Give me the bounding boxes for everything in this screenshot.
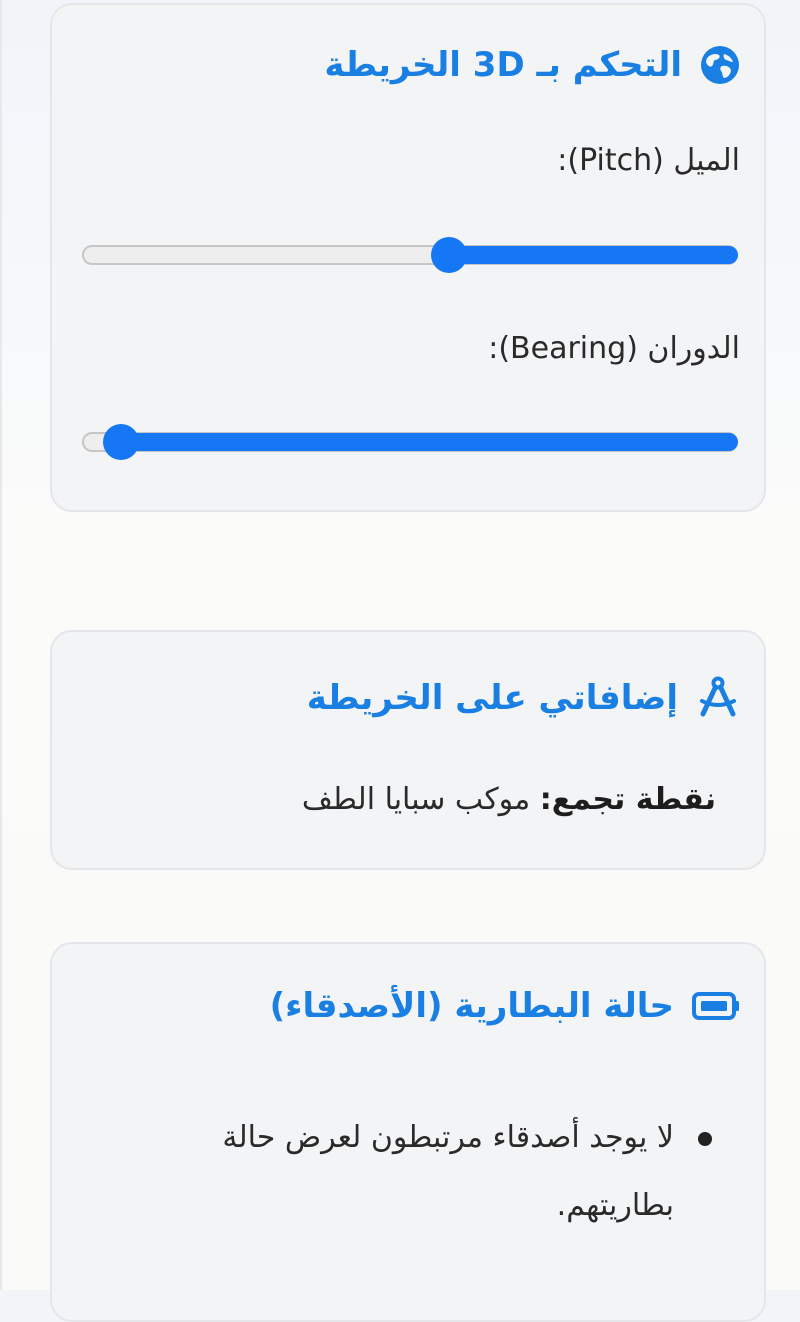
- gathering-point: نقطة تجمع: موكب سبايا الطف: [302, 782, 716, 817]
- battery-icon: [692, 991, 740, 1021]
- map-3d-title-text: التحكم بـ 3D الخريطة: [324, 45, 682, 85]
- gathering-point-value: موكب سبايا الطف: [301, 782, 531, 817]
- map-3d-control-card: التحكم بـ 3D الخريطة الميل (Pitch): الدو…: [50, 3, 766, 512]
- bearing-slider[interactable]: [82, 424, 738, 460]
- bearing-slider-thumb[interactable]: [103, 424, 140, 460]
- map-addons-card: إضافاتي على الخريطة نقطة تجمع: موكب سباي…: [50, 630, 766, 870]
- map-addons-title-text: إضافاتي على الخريطة: [306, 678, 678, 718]
- battery-status-title: حالة البطارية (الأصدقاء): [270, 986, 740, 1026]
- pitch-label: الميل (Pitch):: [557, 143, 740, 178]
- gathering-point-label: نقطة تجمع:: [539, 782, 716, 817]
- globe-icon: [700, 45, 740, 85]
- pitch-slider[interactable]: [82, 237, 738, 273]
- bearing-slider-fill: [121, 433, 738, 451]
- battery-status-list: لا يوجد أصدقاء مرتبطون لعرض حالة بطاريته…: [114, 1104, 712, 1240]
- bullet-icon: [698, 1132, 712, 1146]
- no-friends-message: لا يوجد أصدقاء مرتبطون لعرض حالة بطاريته…: [222, 1120, 674, 1223]
- map-3d-title: التحكم بـ 3D الخريطة: [324, 45, 740, 85]
- list-item: لا يوجد أصدقاء مرتبطون لعرض حالة بطاريته…: [114, 1104, 712, 1240]
- pitch-slider-fill: [449, 246, 738, 264]
- bearing-label: الدوران (Bearing):: [488, 331, 740, 366]
- battery-status-card: حالة البطارية (الأصدقاء) لا يوجد أصدقاء …: [50, 942, 766, 1322]
- drafting-compass-icon: [696, 676, 740, 720]
- battery-status-title-text: حالة البطارية (الأصدقاء): [269, 986, 674, 1026]
- page-edge: [0, 0, 2, 1290]
- map-addons-title: إضافاتي على الخريطة: [307, 676, 740, 720]
- pitch-slider-thumb[interactable]: [431, 237, 468, 273]
